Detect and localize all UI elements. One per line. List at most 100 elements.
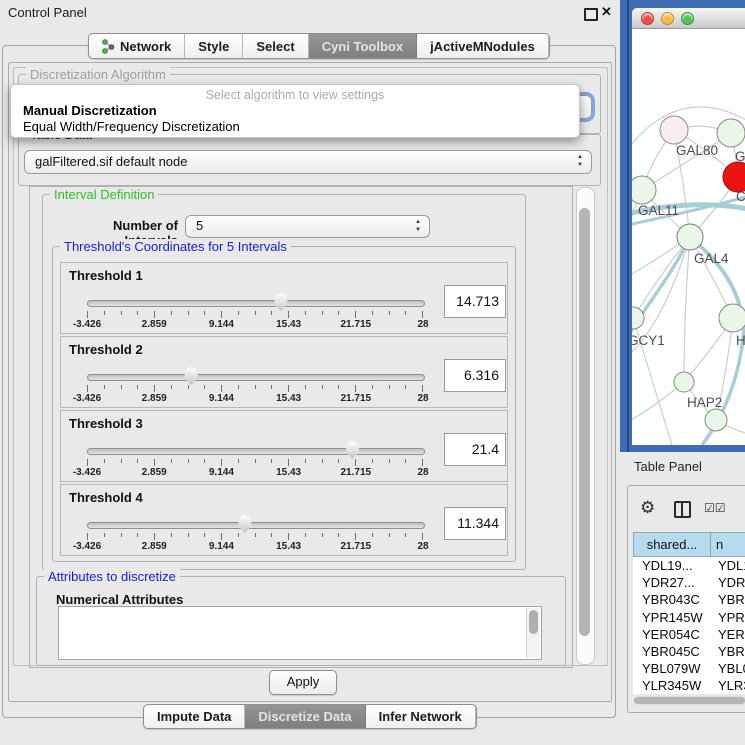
table-panel-title: Table Panel [634,459,702,474]
list-scrollbar[interactable] [526,608,540,658]
table-panel-toolbar: ⚙ ☑☑ [628,498,745,522]
tab-label: jActiveMNodules [430,39,535,54]
split-panel-icon[interactable] [674,501,691,518]
tick-label: 21.715 [341,541,372,552]
column-header-name[interactable]: n [711,532,745,557]
network-node-GAL11[interactable] [632,176,656,204]
table-row[interactable]: YBL079W YBL0 [633,660,745,677]
slider-thumb[interactable] [344,441,360,459]
tick-label: -3.426 [73,467,101,478]
slider-thumb[interactable] [273,293,289,311]
slider-ticks [87,459,423,467]
network-node-GAL80[interactable] [660,116,688,144]
cell-name: YDR2 [711,574,745,591]
frame-edge-line [627,0,629,452]
slider-thumb[interactable] [237,515,253,533]
control-panel: Control Panel ✕ Network [0,0,618,745]
cell-shared-name: YLR345W [633,677,711,694]
spinner-arrows-icon[interactable]: ▲▼ [415,218,421,234]
network-node-G-node[interactable] [717,119,745,147]
cell-shared-name: YBR043C [633,591,711,608]
threshold-value-field[interactable]: 21.4 [444,433,506,466]
list-scrollbar-thumb[interactable] [529,610,538,634]
tick-label: 2.859 [142,319,167,330]
combo-arrows-icon: ▲▼ [577,153,583,169]
table-row[interactable]: YER054C YER0 [633,626,745,643]
network-node-bottom-node[interactable] [705,409,727,431]
number-of-intervals-spinner[interactable]: 5 ▲▼ [185,215,430,238]
tab-label: Cyni Toolbox [322,39,403,54]
network-edge-thick [632,237,690,344]
tick-label: 15.43 [276,541,301,552]
dropdown-option-manual[interactable]: Manual Discretization [23,103,157,118]
horizontal-scrollbar[interactable] [633,696,745,705]
close-traffic-light-icon[interactable] [641,12,654,25]
network-node-GCY1[interactable] [632,307,644,329]
apply-button[interactable]: Apply [269,670,337,695]
tab[interactable]: jActiveMNodules [417,34,549,58]
network-window: GAL80GACGAL11GAL4GCY1HHAP2 [632,8,745,445]
cell-name: YPR1 [711,609,745,626]
table-row[interactable]: YDR27... YDR2 [633,574,745,591]
threshold-value-field[interactable]: 14.713 [444,285,506,318]
network-node-HAP2[interactable] [674,372,694,392]
network-node-H-node[interactable] [719,304,745,332]
cell-name: YDL1 [711,557,745,574]
tab[interactable]: Style [185,34,243,58]
top-tab-bar: Network Style [88,33,550,59]
tick-label: -3.426 [73,393,101,404]
cell-name: YLR3 [711,677,745,694]
threshold-value-field[interactable]: 11.344 [444,507,506,540]
cell-shared-name: YDL19... [633,557,711,574]
network-canvas[interactable]: GAL80GACGAL11GAL4GCY1HHAP2 [632,29,745,445]
threshold-row: Threshold 2 -3.4262.8599.14415.4321.7152… [60,336,508,408]
table-header-row: shared... n [633,532,745,557]
cell-shared-name: YBL079W [633,660,711,677]
table-row[interactable]: YPR145W YPR1 [633,609,745,626]
network-canvas-svg: GAL80GACGAL11GAL4GCY1HHAP2 [632,29,745,445]
threshold-value-field[interactable]: 6.316 [444,359,506,392]
tick-label: 2.859 [142,541,167,552]
horizontal-scrollbar-thumb[interactable] [634,697,745,704]
vertical-scrollbar[interactable] [576,187,595,665]
gear-icon[interactable]: ⚙ [640,498,655,518]
thresholds-group-title: Threshold's Coordinates for 5 Intervals [60,239,291,254]
cell-shared-name: YPR145W [633,609,711,626]
numerical-attributes-heading: Numerical Attributes [56,592,183,607]
bottom-tab[interactable]: Impute Data [144,705,245,728]
network-node-GAL4[interactable] [677,224,703,250]
tick-label: 15.43 [276,393,301,404]
panel-title: Control Panel [8,5,87,20]
table-body: YDL19... YDL1 YDR27... YDR2 YBR043C YBR0… [633,557,745,694]
threshold-row: Threshold 1 -3.4262.8599.14415.4321.7152… [60,262,508,334]
minimize-traffic-light-icon[interactable] [661,12,674,25]
zoom-traffic-light-icon[interactable] [681,12,694,25]
slider-ticks [87,533,423,541]
dropdown-option-equal-width[interactable]: Equal Width/Frequency Discretization [23,119,240,134]
slider-scale-labels: -3.4262.8599.14415.4321.71528 [87,467,423,479]
tick-label: -3.426 [73,319,101,330]
tick-label: -3.426 [73,541,101,552]
tick-label: 9.144 [209,319,234,330]
vertical-scrollbar-thumb[interactable] [579,208,590,636]
table-row[interactable]: YBR043C YBR0 [633,591,745,608]
tab[interactable]: Cyni Toolbox [309,34,417,58]
bottom-tab[interactable]: Infer Network [366,705,476,728]
select-columns-icon[interactable]: ☑☑ [704,501,726,515]
tab[interactable]: Network [89,34,185,58]
column-header-shared-name[interactable]: shared... [633,532,711,557]
table-row[interactable]: YLR345W YLR3 [633,677,745,694]
bottom-tab[interactable]: Discretize Data [245,705,365,728]
algorithm-group-title: Discretization Algorithm [26,67,170,82]
slider-thumb[interactable] [183,367,199,385]
close-icon[interactable]: ✕ [601,4,612,20]
table-row[interactable]: YDL19... YDL1 [633,557,745,574]
control-panel-titlebar: Control Panel ✕ [0,0,618,26]
network-window-titlebar [632,8,745,29]
tab[interactable]: Select [243,34,308,58]
cell-name: YBR0 [711,591,745,608]
table-row[interactable]: YBR045C YBR0 [633,643,745,660]
table-data-combobox[interactable]: galFiltered.sif default node ▲▼ [24,150,592,174]
float-window-icon[interactable] [584,8,598,21]
tick-label: 9.144 [209,541,234,552]
